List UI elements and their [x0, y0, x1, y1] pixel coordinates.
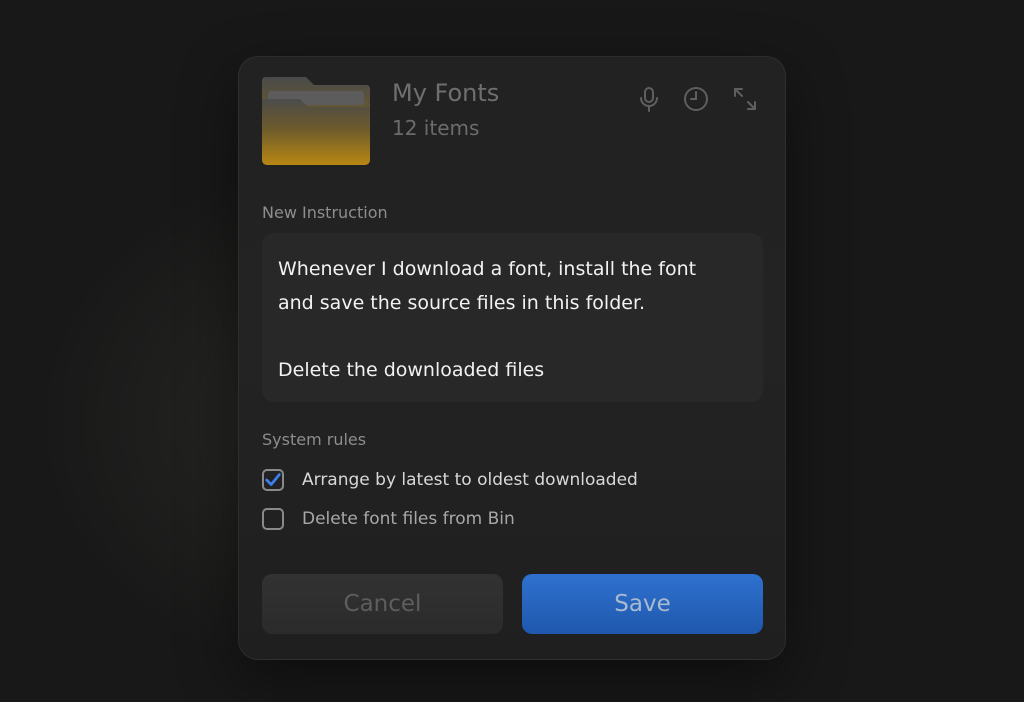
- rule-delete-from-bin[interactable]: Delete font files from Bin: [262, 506, 515, 532]
- cancel-button[interactable]: Cancel: [262, 574, 503, 634]
- clock-icon[interactable]: [682, 85, 710, 113]
- instruction-line-3: Delete the downloaded files: [278, 358, 545, 381]
- instruction-textarea[interactable]: Whenever I download a font, install the …: [262, 233, 763, 402]
- folder-instruction-panel: My Fonts 12 items New Instruction Whenev…: [238, 56, 786, 660]
- expand-icon[interactable]: [731, 85, 759, 113]
- instruction-line-1: Whenever I download a font, install the …: [278, 258, 697, 280]
- checkbox-checked[interactable]: [262, 469, 284, 491]
- checkbox-unchecked[interactable]: [262, 508, 284, 530]
- instruction-line: Whenever I download a font, install the …: [278, 253, 747, 320]
- microphone-icon[interactable]: [635, 85, 663, 113]
- instruction-line-2: and save the source files in this folder…: [278, 291, 646, 314]
- save-button[interactable]: Save: [522, 574, 763, 634]
- folder-item-count: 12 items: [392, 116, 480, 140]
- folder-icon: [262, 77, 372, 165]
- rule-label: Delete font files from Bin: [302, 509, 515, 529]
- folder-title: My Fonts: [392, 79, 500, 107]
- new-instruction-label: New Instruction: [262, 203, 388, 222]
- system-rules-label: System rules: [262, 430, 367, 449]
- rule-arrange-latest[interactable]: Arrange by latest to oldest downloaded: [262, 467, 638, 493]
- rule-label: Arrange by latest to oldest downloaded: [302, 470, 638, 490]
